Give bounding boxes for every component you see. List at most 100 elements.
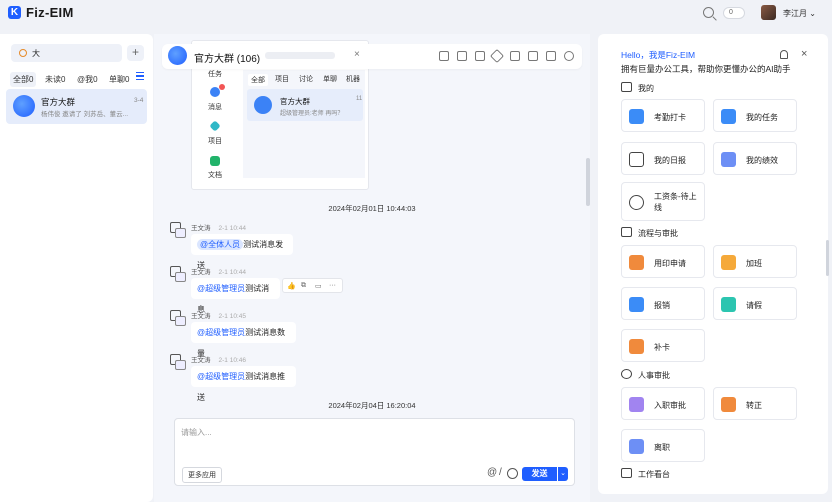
tile-label: 工资条-待上线 [654,192,697,212]
message-meta: 王文涛 2-1 10:44 [191,266,246,276]
close-preview-icon[interactable]: × [354,49,360,60]
date-separator: 2024年02月01日 10:44:03 [328,204,416,213]
star-icon[interactable] [510,51,520,61]
preview-item-sub: 超级管理员:老师 再吗？ [280,111,344,117]
preview-tab-project: 项目 [275,76,289,83]
like-icon[interactable]: 👍 [287,282,296,290]
leave-icon [721,297,736,312]
search-value: 大 [32,49,40,58]
tile-label: 我的任务 [746,113,778,122]
bell-icon[interactable] [780,50,788,59]
message-meta: 王文涛 2-1 10:44 [191,222,246,232]
payslip-icon [629,195,644,210]
preview-nav-project: 项目 [208,138,222,145]
send-options-chevron-icon[interactable]: ⌄ [558,467,568,481]
add-conversation-button[interactable]: + [127,45,144,61]
message-meta: 王文涛 2-1 10:45 [191,310,246,320]
sender-avatar [168,308,186,326]
chat-record-icon[interactable] [475,51,485,61]
mine-section-icon [621,82,632,92]
tile-overtime[interactable]: 加班 [713,245,797,278]
status-toggle[interactable]: 0 [723,7,745,19]
search-icon[interactable] [703,7,714,18]
message-bubble[interactable]: @超级管理员测试消息 [191,278,280,314]
filter-tab-unread[interactable]: 未读0 [42,72,68,87]
sender-avatar [168,220,186,238]
preview-item-name: 官方大群 [280,97,310,106]
section-flow-approval: 流程与审批 [638,229,678,238]
notice-icon[interactable] [439,51,449,61]
list-menu-icon[interactable] [136,72,144,80]
settings-icon[interactable] [564,51,574,61]
performance-icon [721,152,736,167]
tile-resignation[interactable]: 离职 [621,429,705,462]
unread-dot-icon [219,84,225,90]
tile-label: 补卡 [654,343,670,352]
chat-scrollbar[interactable] [586,158,590,206]
tile-leave[interactable]: 请假 [713,287,797,320]
preview-list [243,70,365,178]
mention-tag[interactable]: @全体人员 [197,239,244,250]
mention-button[interactable]: @ [487,467,497,478]
section-dashboard: 工作看台 [638,470,670,479]
task-check-icon[interactable] [546,51,556,61]
tile-card-replacement[interactable]: 补卡 [621,329,705,362]
sender-name: 王文涛 [191,269,211,276]
tile-onboarding[interactable]: 入职审批 [621,387,705,420]
conversation-search-input[interactable]: 大 [11,44,122,62]
tile-payslip[interactable]: 工资条-待上线 [621,182,705,221]
mention-tag[interactable]: @超级管理员 [197,328,245,337]
group-avatar [168,46,187,65]
more-icon[interactable]: ··· [329,282,336,289]
tile-my-tasks[interactable]: 我的任务 [713,99,797,132]
user-avatar[interactable] [761,5,776,20]
tile-label: 请假 [746,301,762,310]
tasks-icon [721,109,736,124]
reply-icon[interactable]: ▭ [315,282,322,290]
close-ai-panel-icon[interactable]: × [801,48,807,60]
filter-tab-all[interactable]: 全部0 [10,72,37,87]
conversation-time: 3-4 [134,97,144,104]
mention-tag[interactable]: @超级管理员 [197,284,245,293]
onboarding-icon [629,397,644,412]
search-icon [19,49,27,57]
date-separator: 2024年02月04日 16:20:04 [328,401,416,410]
filter-tab-mentions[interactable]: @我0 [74,72,101,87]
tile-performance[interactable]: 我的绩效 [713,142,797,175]
mention-tag[interactable]: @超级管理员 [197,372,245,381]
app-logo-icon: K [8,6,21,19]
user-menu[interactable]: 李江月 ⌄ [783,8,816,19]
file-icon[interactable] [457,51,467,61]
ai-panel-scrollbar[interactable] [826,240,829,276]
filter-tab-single[interactable]: 单聊0 [106,72,132,87]
tile-attendance[interactable]: 考勤打卡 [621,99,705,132]
resignation-icon [629,439,644,454]
message-time: 2-1 10:46 [218,357,246,364]
calendar-icon[interactable] [528,51,538,61]
conversation-preview: 杨伟俊 邀请了 刘苏岳、董云... [41,111,129,118]
tile-seal-request[interactable]: 用印申请 [621,245,705,278]
message-bubble[interactable]: @超级管理员测试消息数量 [191,322,296,358]
dashboard-grid-icon [621,468,632,478]
send-button[interactable]: 发送 [522,467,557,481]
ai-greeting: Hello，我是Fiz-EIM [621,50,696,60]
tile-regularization[interactable]: 转正 [713,387,797,420]
section-hr-approval: 人事审批 [638,371,670,380]
tile-daily-report[interactable]: 我的日报 [621,142,705,175]
emoji-icon[interactable] [507,468,518,479]
tile-reimbursement[interactable]: 报销 [621,287,705,320]
seal-icon [629,255,644,270]
document-icon [210,156,220,166]
sender-name: 王文涛 [191,225,211,232]
tile-label: 报销 [654,301,670,310]
message-bubble[interactable]: @超级管理员测试消息推送 [191,366,296,402]
regularization-icon [721,397,736,412]
message-time: 2-1 10:45 [218,313,246,320]
tile-label: 入职审批 [654,401,686,410]
command-button[interactable]: / [499,467,502,478]
conversation-name: 官方大群 [41,97,76,107]
more-apps-button[interactable]: 更多应用 [182,467,222,483]
tile-label: 考勤打卡 [654,113,686,122]
message-bubble[interactable]: @全体人员 测试消息发送 [191,234,293,270]
copy-icon[interactable]: ⧉ [301,282,306,290]
